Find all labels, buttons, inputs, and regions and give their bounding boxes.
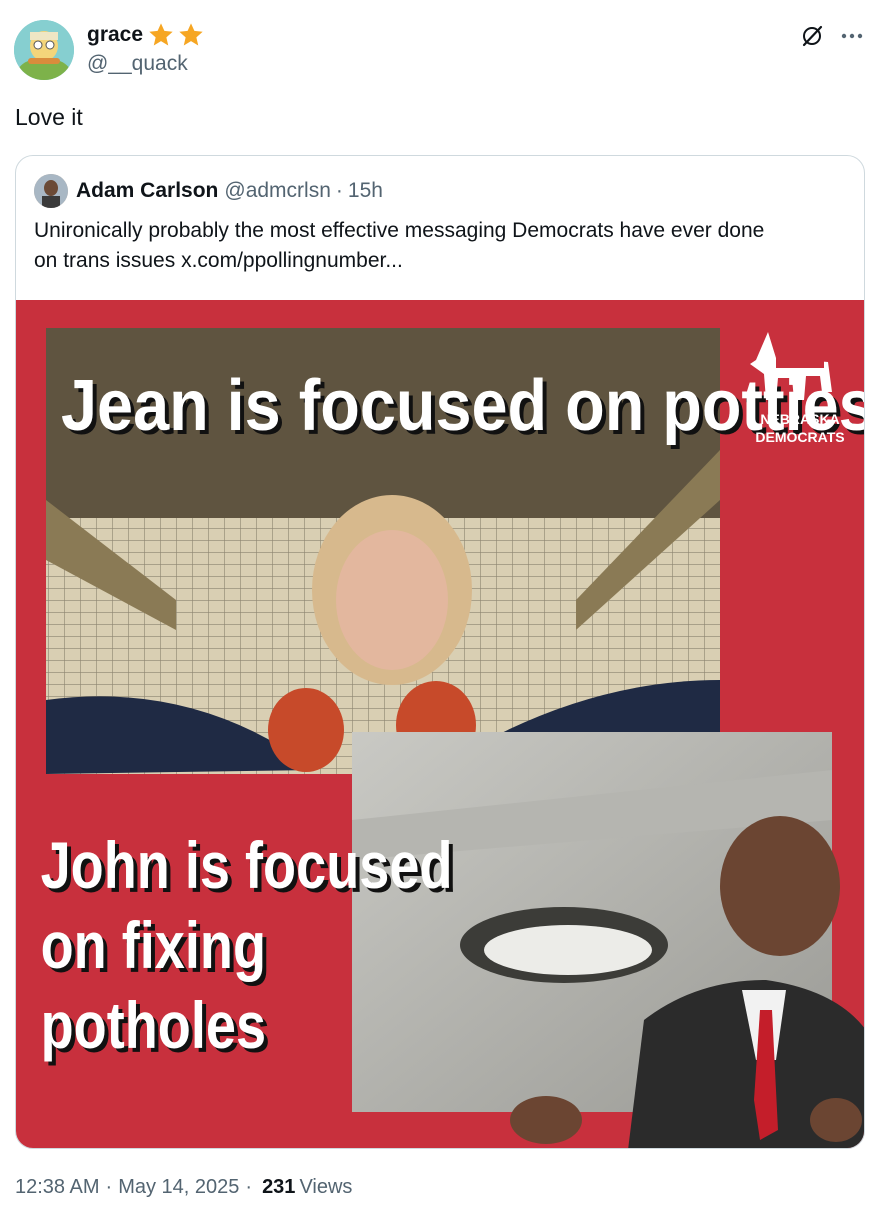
tweet-time[interactable]: 12:38 AM [15,1176,100,1199]
tweet-date[interactable]: May 14, 2025 [118,1176,239,1199]
tweet-text: Love it [15,104,83,130]
avatar[interactable] [14,20,74,80]
views-label: Views [299,1176,353,1198]
headline-bottom-1: John is focused [41,828,453,902]
tweet-header: grace @__quack [14,18,872,82]
meta-separator: · [105,1176,113,1198]
more-icon[interactable] [838,24,866,48]
views-count[interactable]: 231 [262,1176,295,1199]
quoted-separator: · [335,179,343,202]
quoted-text-line: Unironically probably the most effective… [34,219,765,242]
quoted-text: Unironically probably the most effective… [34,216,854,276]
tweet-meta: 12:38 AM · May 14, 2025 · 231 Views [15,1176,352,1199]
quoted-time[interactable]: 15h [348,179,383,203]
display-name[interactable]: grace [87,23,143,47]
quoted-tweet[interactable]: Adam Carlson @admcrlsn · 15h Unironicall… [15,155,865,1149]
handle[interactable]: @__quack [87,52,205,76]
logo-line1: NEBRASKA [760,411,839,427]
quoted-handle[interactable]: @admcrlsn [224,179,331,203]
campaign-poster-image[interactable]: Jean is focused on potties Jean is focus… [16,300,865,1149]
quoted-text-line: on trans issues x.com/ppollingnumber... [34,249,403,272]
star-icon [179,23,203,46]
grok-icon[interactable] [800,24,824,48]
headline-bottom-2: on fixing [41,908,266,982]
quoted-avatar[interactable] [34,174,68,208]
headline-top: Jean is focused on potties [61,365,865,446]
logo-line2: DEMOCRATS [755,429,844,445]
headline-bottom-3: potholes [41,988,266,1062]
quoted-display-name[interactable]: Adam Carlson [76,179,218,203]
meta-separator: · [245,1176,253,1198]
star-icon [149,23,173,46]
